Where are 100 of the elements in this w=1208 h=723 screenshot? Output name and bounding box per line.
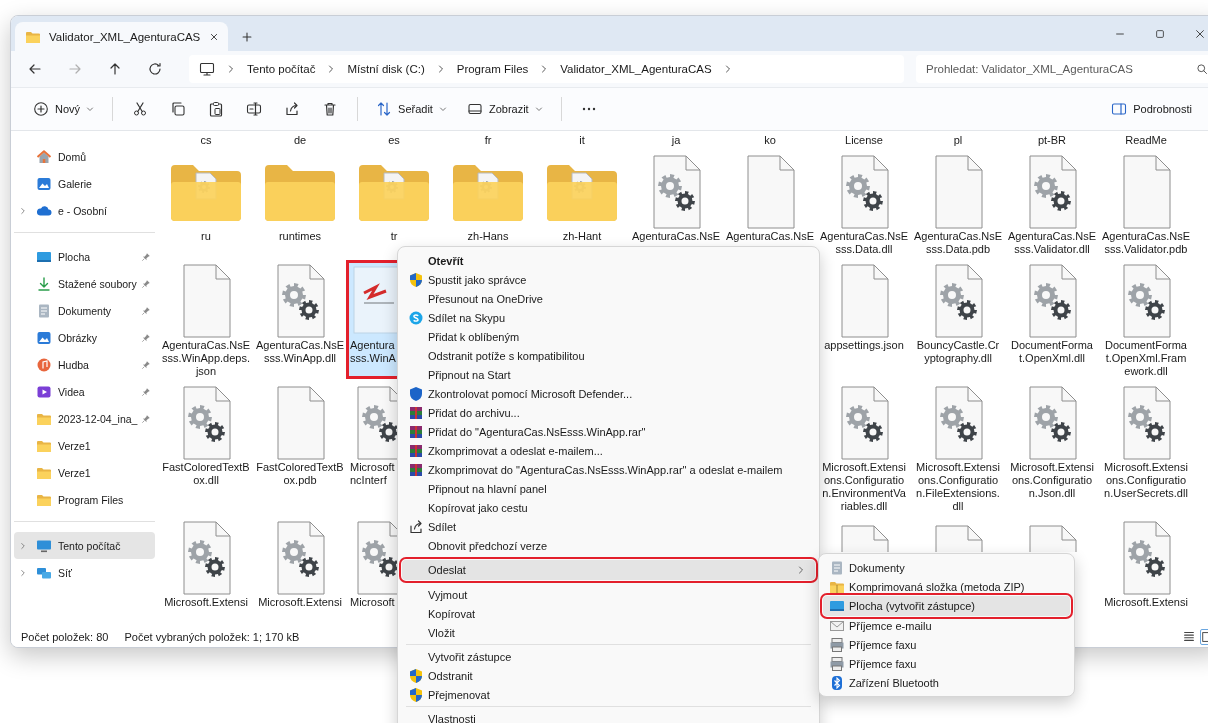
menu-item[interactable]: Zkomprimovat a odeslat e-mailem... [402,441,815,460]
menu-item[interactable]: Zařízení Bluetooth [823,673,1070,692]
menu-item[interactable]: Příjemce e-mailu [823,616,1070,635]
sidebar-item[interactable]: Dokumenty [14,297,155,324]
file-item[interactable]: FastColoredTextB ox.pdb [253,383,347,513]
sidebar-item[interactable]: Program Files [14,486,155,513]
scissors-icon [132,101,149,117]
file-item[interactable]: es [347,132,441,147]
file-item[interactable]: Microsoft.Extensi [159,518,253,609]
file-item[interactable]: ja [629,132,723,147]
file-item[interactable]: FastColoredTextB ox.dll [159,383,253,513]
file-item[interactable]: DocumentForma t.OpenXml.dll [1005,261,1099,378]
sidebar-item[interactable]: Galerie [14,170,155,197]
menu-item[interactable]: Připnout na hlavní panel [402,479,815,498]
menu-item[interactable]: Přidat do archivu... [402,403,815,422]
menu-item[interactable]: Kopírovat jako cestu [402,498,815,517]
sidebar-item[interactable]: Obrázky [14,324,155,351]
file-item[interactable]: Microsoft.Extensi ons.Configuratio n.Json.dll [1005,383,1099,513]
menu-item[interactable]: Komprimovaná složka (metoda ZIP) [823,577,1070,596]
sidebar-item[interactable]: Síť [14,559,155,586]
sidebar-item[interactable]: Verze1 [14,459,155,486]
file-item[interactable]: cs [159,132,253,147]
monitor-icon [199,61,215,77]
search-field[interactable]: Prohledat: Validator_XML_AgenturaCAS [916,55,1208,83]
sort-button[interactable]: Seřadit [368,93,455,125]
sidebar-item[interactable]: Videa [14,378,155,405]
tab[interactable]: Validator_XML_AgenturaCAS [15,22,228,51]
address-bar[interactable]: Tento počítač Místní disk (C:) Program Files Validator_XML_AgenturaCAS [189,55,904,83]
menu-item[interactable]: Sdílet [402,517,815,536]
file-item[interactable]: AgenturaCas.NsE sss.WinApp.deps. json [159,261,253,378]
menu-item[interactable]: Vyjmout [402,585,815,604]
file-item[interactable]: Microsoft.Extensi [253,518,347,609]
menu-item[interactable]: Plocha (vytvořit zástupce) [823,596,1070,616]
breadcrumb-item[interactable]: Místní disk (C:) [347,63,425,75]
chevron-right-icon [18,567,28,578]
archive-icon [408,442,424,459]
desktop-icon [829,598,845,614]
menu-item[interactable]: Vytvořit zástupce [402,647,815,666]
sidebar-item[interactable]: 2023-12-04_ina_ [14,405,155,432]
sidebar-item[interactable]: Plocha [14,243,155,270]
sidebar-item[interactable]: Stažené soubory [14,270,155,297]
menu-item[interactable]: Dokumenty [823,558,1070,577]
view-button[interactable]: Zobrazit [458,93,551,125]
sidebar-item[interactable]: Verze1 [14,432,155,459]
file-item[interactable]: fr [441,132,535,147]
file-item[interactable]: AgenturaCas.NsE sss.Validator.pdb [1099,152,1193,256]
file-item[interactable]: appsettings.json [817,261,911,378]
file-item[interactable]: DocumentForma t.OpenXml.Fram ework.dll [1099,261,1193,378]
breadcrumb-item[interactable]: Validator_XML_AgenturaCAS [560,63,712,75]
file-item[interactable]: runtimes [253,152,347,256]
details-button[interactable]: Podrobnosti [1103,93,1200,125]
details-pane-icon [1111,101,1128,117]
file-item[interactable]: ReadMe [1099,132,1193,147]
menu-item[interactable]: Odeslat [402,560,815,580]
refresh-icon [147,61,163,77]
close-icon [1194,27,1206,40]
menu-item[interactable]: Obnovit předchozí verze [402,536,815,555]
list-view-icon[interactable] [1182,629,1196,643]
menu-item[interactable]: Zkontrolovat pomocí Microsoft Defender... [402,384,815,403]
file-item[interactable]: AgenturaCas.NsE sss.Data.dll [817,152,911,256]
sidebar-item[interactable]: Domů [14,143,155,170]
file-item[interactable]: AgenturaCas.NsE sss.Data.pdb [911,152,1005,256]
menu-item[interactable]: Odstranit [402,666,815,685]
breadcrumb-item[interactable]: Tento počítač [247,63,316,75]
file-item[interactable]: ru [159,152,253,256]
file-item[interactable]: pl [911,132,1005,147]
breadcrumb-item[interactable]: Program Files [456,63,529,75]
file-item[interactable]: ko [723,132,817,147]
menu-item[interactable]: Vložit [402,623,815,642]
file-item[interactable]: Microsoft.Extensi [1099,518,1193,609]
chevron-down-icon [534,105,543,113]
document-icon [829,559,845,576]
sidebar-item[interactable]: Hudba [14,351,155,378]
menu-item[interactable]: Příjemce faxu [823,654,1070,673]
file-item[interactable]: Microsoft.Extensi ons.Configuratio n.FileExtensions. dll [911,383,1005,513]
fax-icon [829,655,845,672]
menu-item[interactable]: Zkomprimovat do "AgenturaCas.NsEsss.WinApp.rar" a odeslat e-mailem [402,460,815,479]
file-item[interactable]: it [535,132,629,147]
menu-item[interactable]: Přidat do "AgenturaCas.NsEsss.WinApp.rar" [402,422,815,441]
file-item[interactable]: de [253,132,347,147]
sidebar-item[interactable]: e - Osobní [14,197,155,224]
pin-icon [141,413,151,424]
file-item[interactable]: AgenturaCas.NsE sss.Validator.dll [1005,152,1099,256]
file-item[interactable]: BouncyCastle.Cr yptography.dll [911,261,1005,378]
file-item[interactable]: pt-BR [1005,132,1099,147]
sort-icon [376,101,393,117]
menu-item[interactable]: Kopírovat [402,604,815,623]
maximize-icon [1154,27,1166,40]
new-button[interactable]: Nový [25,93,103,125]
pin-icon [141,251,151,262]
menu-item[interactable]: Přejmenovat [402,685,815,704]
menu-item[interactable]: Vlastnosti [402,709,815,723]
rename-icon [246,101,263,117]
file-item[interactable]: Microsoft.Extensi ons.Configuratio n.EnvironmentVa riables.dll [817,383,911,513]
file-item[interactable]: License [817,132,911,147]
menu-item[interactable]: Příjemce faxu [823,635,1070,654]
pin-icon [141,305,151,316]
sidebar-item[interactable]: Tento počítač [14,532,155,559]
file-item[interactable]: AgenturaCas.NsE sss.WinApp.dll [253,261,347,378]
file-item[interactable]: Microsoft.Extensi ons.Configuratio n.UserSecrets.dll [1099,383,1193,513]
